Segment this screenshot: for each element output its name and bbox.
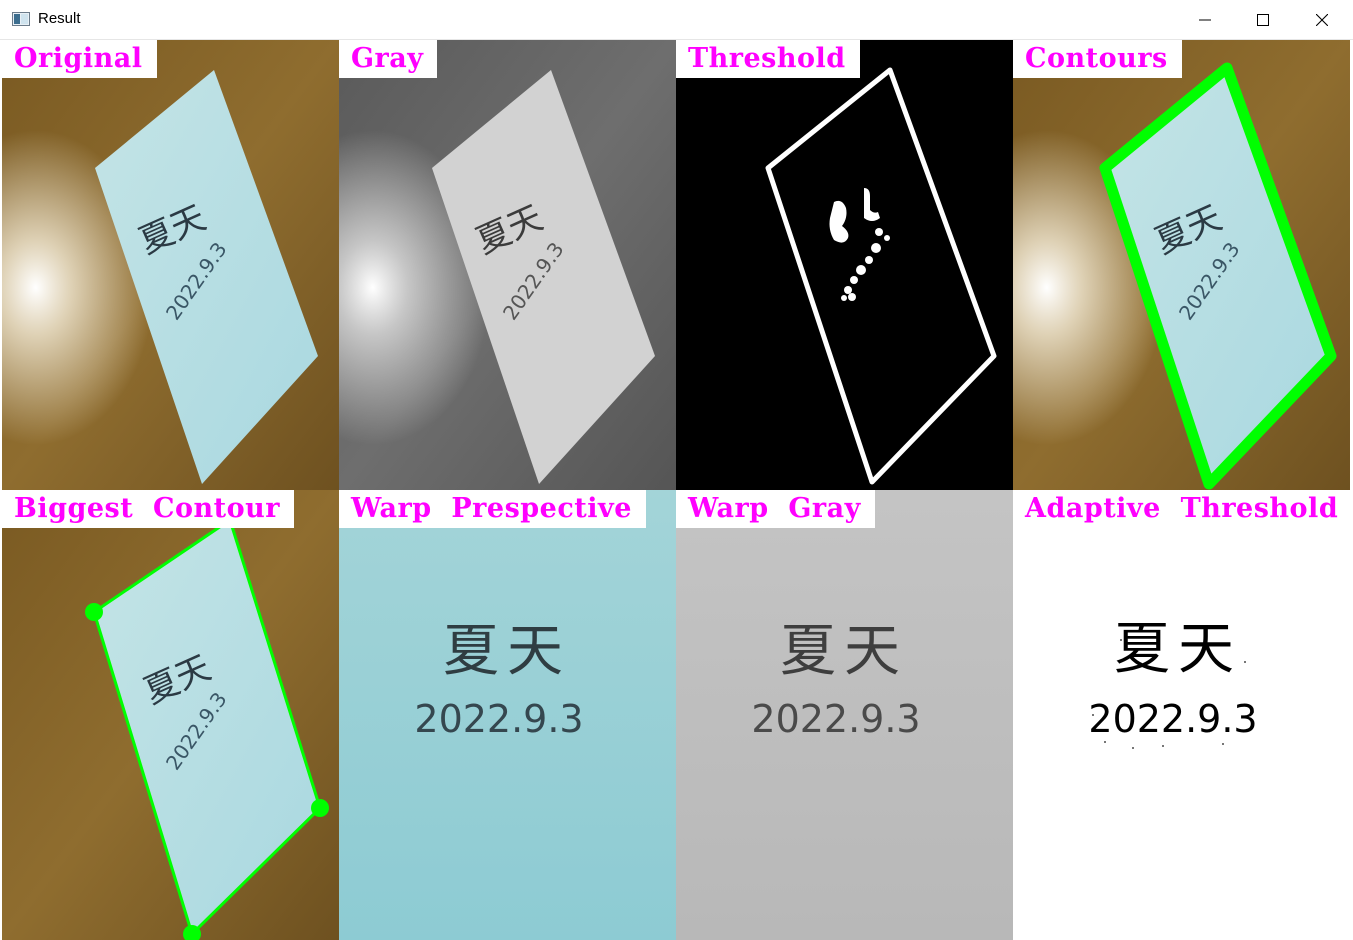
contours-image: 夏天 2022.9.3 — [1013, 40, 1350, 490]
original-image: 夏天 2022.9.3 — [2, 40, 339, 490]
close-button[interactable] — [1293, 0, 1351, 40]
adaptive-threshold-image: 夏天 2022.9.3 — [1013, 490, 1350, 940]
panel-warp-gray: 夏天 2022.9.3 Warp Gray — [676, 490, 1013, 940]
maximize-button[interactable] — [1234, 0, 1292, 40]
warp-perspective-image: 夏天 2022.9.3 — [339, 490, 676, 940]
warp-characters: 夏天 — [443, 619, 571, 684]
corner-point — [311, 799, 329, 817]
close-icon — [1316, 14, 1328, 26]
threshold-image — [676, 40, 1013, 490]
warp-date: 2022.9.3 — [414, 697, 583, 741]
window-title: Result — [38, 10, 81, 27]
biggest-contour-image: 夏天 2022.9.3 — [2, 490, 339, 940]
panel-label-biggest-contour: Biggest Contour — [2, 490, 294, 528]
panel-warp-perspective: 夏天 2022.9.3 Warp Prespective — [339, 490, 676, 940]
panel-label-original: Original — [2, 40, 157, 78]
gray-image: 夏天 2022.9.3 — [339, 40, 676, 490]
image-grid: 夏天 2022.9.3 Original 夏天 2022.9.3 Gray Th… — [2, 40, 1352, 940]
panel-contours: 夏天 2022.9.3 Contours — [1013, 40, 1350, 490]
adaptive-date: 2022.9.3 — [1088, 697, 1257, 741]
panel-biggest-contour: 夏天 2022.9.3 Biggest Contour — [2, 490, 339, 940]
adaptive-characters: 夏天 — [1114, 617, 1242, 682]
title-bar[interactable]: Result — [0, 0, 1353, 40]
minimize-icon — [1199, 19, 1211, 21]
panel-label-warp-perspective: Warp Prespective — [339, 490, 646, 528]
warp-gray-characters: 夏天 — [780, 619, 908, 684]
panel-gray: 夏天 2022.9.3 Gray — [339, 40, 676, 490]
panel-label-adaptive-threshold: Adaptive Threshold — [1013, 490, 1350, 528]
maximize-icon — [1257, 14, 1269, 26]
result-window: Result 夏天 2022.9.3 Original 夏天 2022.9.3 … — [0, 0, 1353, 940]
panel-threshold: Threshold — [676, 40, 1013, 490]
panel-label-contours: Contours — [1013, 40, 1182, 78]
app-icon — [12, 12, 30, 26]
warp-gray-date: 2022.9.3 — [751, 697, 920, 741]
panel-original: 夏天 2022.9.3 Original — [2, 40, 339, 490]
warp-gray-image: 夏天 2022.9.3 — [676, 490, 1013, 940]
panel-label-gray: Gray — [339, 40, 438, 78]
panel-adaptive-threshold: 夏天 2022.9.3 Adaptive Threshold — [1013, 490, 1350, 940]
minimize-button[interactable] — [1176, 0, 1234, 40]
panel-label-threshold: Threshold — [676, 40, 860, 78]
panel-label-warp-gray: Warp Gray — [676, 490, 875, 528]
corner-point — [85, 603, 103, 621]
